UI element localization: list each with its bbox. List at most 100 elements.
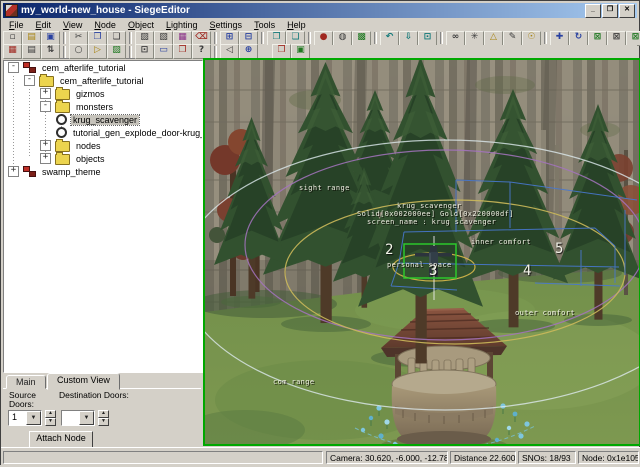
material-ball-icon[interactable]: ● [314,31,333,46]
destination-doors-value [62,411,79,425]
tree-item-label: cem_afterlife_tutorial [58,76,146,86]
table-view-icon[interactable]: ▤ [22,44,41,59]
expander-icon[interactable]: - [8,62,19,73]
tree-item-region-folder[interactable]: - cem_afterlife_tutorial [4,74,202,87]
toolbar-separator [544,32,547,44]
label-personal-space: personal space [387,261,452,269]
menu-help[interactable]: Help [281,19,312,31]
folder-icon [55,102,70,113]
tab-custom-view[interactable]: Custom View [47,373,120,390]
node-settings-icon[interactable]: ✳ [465,31,484,46]
tree-item-nodes[interactable]: + nodes [4,139,202,152]
minimize-button[interactable]: _ [585,4,601,18]
spin-up-icon[interactable]: ▲ [45,410,56,418]
status-node: Node: 0x1e105fbc [578,451,639,464]
restore-button[interactable]: ❐ [602,4,618,18]
menu-lighting[interactable]: Lighting [160,19,204,31]
label-screen-name: screen_name : krug scavenger [367,218,496,226]
lock-x-icon[interactable]: ⊠ [588,31,607,46]
spin-down-icon[interactable]: ▼ [98,418,109,426]
label-outer-comfort: outer comfort [515,309,575,317]
select-cursor-icon[interactable]: ◁ [220,44,239,59]
tree-item-label: swamp_theme [40,167,103,177]
chevron-down-icon[interactable]: ▼ [26,411,41,425]
terrain-paint-icon[interactable]: ▩ [352,31,371,46]
toolbar-separator [214,46,217,58]
sort-items-icon[interactable]: ⇅ [41,44,60,59]
spin-up-icon[interactable]: ▲ [98,410,109,418]
toolbar-separator [214,32,217,44]
source-doors-combo[interactable]: 1 ▼ [8,410,42,426]
move-tool-icon[interactable]: ✚ [550,31,569,46]
window-title: my_world-new_house - SiegeEditor [21,5,190,16]
expander-icon[interactable]: - [40,101,51,112]
viewport-3d-scene[interactable]: sight range krug_scavenger Solid[0x00200… [203,58,640,446]
monster-icon [56,114,67,125]
menu-file[interactable]: File [3,19,30,31]
menu-settings[interactable]: Settings [204,19,249,31]
tree-item-region-root[interactable]: - cem_afterlife_tutorial [4,61,202,74]
camera-view-icon[interactable]: ▭ [154,44,173,59]
help-pick-icon[interactable]: ? [192,44,211,59]
destination-doors-combo[interactable]: ▼ [61,410,95,426]
spin-down-icon[interactable]: ▼ [45,418,56,426]
grid-snap-icon[interactable]: ▦ [3,44,22,59]
object-boxes-2-icon[interactable]: ❐ [272,44,291,59]
source-doors-stepper[interactable]: ▲ ▼ [45,410,56,426]
app-icon [5,4,18,17]
destination-doors-stepper[interactable]: ▲ ▼ [98,410,109,426]
drop-to-ground-icon[interactable]: ⇩ [399,31,418,46]
circle-tool-icon[interactable]: ○ [69,44,88,59]
chevron-down-icon[interactable]: ▼ [79,411,94,425]
node-tree-panel[interactable]: - cem_afterlife_tutorial - cem_afterlife… [3,60,203,373]
toolbar-separator [261,32,264,44]
paint-bucket-icon[interactable]: ◍ [333,31,352,46]
toolbar-separator [63,46,66,58]
tree-item-gizmos[interactable]: + gizmos [4,87,202,100]
snap-node-icon[interactable]: ⊡ [418,31,437,46]
title-bar[interactable]: my_world-new_house - SiegeEditor _ ❐ ✕ [3,3,637,18]
preview-window-icon[interactable]: ⊡ [135,44,154,59]
siege-editor-window: { "window": { "title": "my_world-new_hou… [0,0,640,465]
toolbar-separator [129,46,132,58]
brush-tool-icon[interactable]: ▨ [107,44,126,59]
rotate-tool-icon[interactable]: ↻ [569,31,588,46]
expander-icon[interactable]: - [24,75,35,86]
move-gizmo-icon[interactable]: ⊕ [239,44,258,59]
expander-icon[interactable]: + [8,166,19,177]
node-box-icon[interactable]: ▣ [291,44,310,59]
folder-icon [55,89,70,100]
menu-bar: File Edit View Node Object Lighting Sett… [3,18,637,31]
region-icon [23,62,36,73]
light-flask-icon[interactable]: △ [484,31,503,46]
expander-icon[interactable]: + [40,140,51,151]
menu-edit[interactable]: Edit [30,19,58,31]
label-inner-comfort: inner comfort [471,238,531,246]
tree-item-krug-scavenger[interactable]: krug_scavenger [4,113,202,126]
menu-node[interactable]: Node [88,19,122,31]
attach-node-button[interactable]: Attach Node [29,431,93,448]
lock-y-icon[interactable]: ⊠ [607,31,626,46]
tree-item-explode-door-grunt[interactable]: tutorial_gen_explode_door-krug_grunt [4,126,202,139]
object-boxes-icon[interactable]: ❐ [173,44,192,59]
tree-item-monsters[interactable]: - monsters [4,100,202,113]
close-button[interactable]: ✕ [619,4,635,18]
door-number-2: 2 [385,242,393,258]
tree-item-swamp-theme[interactable]: + swamp_theme [4,165,202,178]
pick-tool-icon[interactable]: ▷ [88,44,107,59]
rotate-node-icon[interactable]: ↶ [380,31,399,46]
menu-view[interactable]: View [57,19,88,31]
label-sight-range: sight range [299,184,350,192]
tab-main[interactable]: Main [6,375,46,389]
lock-z-icon[interactable]: ⊠ [626,31,640,46]
tree-item-label: cem_afterlife_tutorial [40,63,128,73]
expander-icon[interactable]: + [40,88,51,99]
tree-item-objects[interactable]: + objects [4,152,202,165]
expander-icon[interactable]: + [40,153,51,164]
light-bulb-icon[interactable]: ☉ [522,31,541,46]
edit-pencil-icon[interactable]: ✎ [503,31,522,46]
link-nodes-icon[interactable]: ∞ [446,31,465,46]
menu-object[interactable]: Object [122,19,160,31]
menu-tools[interactable]: Tools [248,19,281,31]
status-message-field [3,451,323,464]
